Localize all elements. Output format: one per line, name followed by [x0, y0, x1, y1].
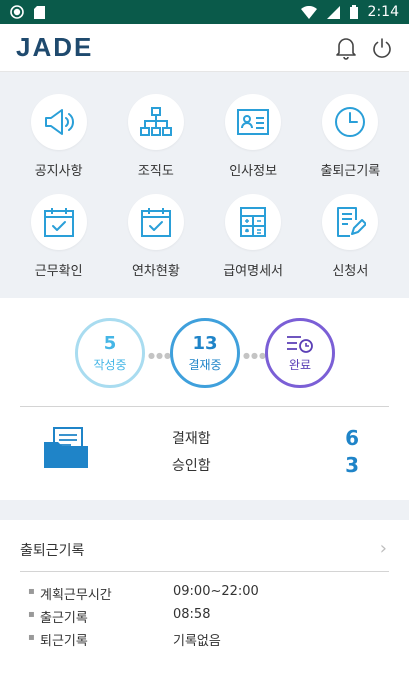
bullet-icon: ▪ [28, 632, 35, 643]
form-edit-icon [337, 207, 367, 237]
attendance-row: ▪ 출근기록 08:58 [28, 607, 388, 626]
attendance-row-label: 퇴근기록 [40, 634, 88, 649]
approval-steps: 5 작성중 ●●● 13 결재중 ●●● 완료 [0, 318, 409, 388]
clock-icon [335, 107, 366, 137]
attendance-card: 출퇴근기록 › ▪ 계획근무시간 09:00~22:00 ▪ 출근기록 08:5… [0, 520, 409, 677]
megaphone-icon [44, 109, 74, 135]
menu-item-annual-leave[interactable]: 연차현황 [107, 194, 204, 294]
attendance-row: ▪ 계획근무시간 09:00~22:00 [28, 584, 388, 603]
menu-label-annual-leave: 연차현황 [131, 264, 180, 279]
sd-card-icon [34, 5, 45, 19]
step-connector: ●●● [148, 351, 172, 360]
attendance-row-value: 09:00~22:00 [173, 584, 259, 599]
attendance-row-label: 계획근무시간 [40, 588, 112, 603]
menu-label-attendance-log: 출퇴근기록 [320, 164, 381, 179]
power-icon[interactable] [371, 37, 393, 59]
menu-item-attendance-log[interactable]: 출퇴근기록 [302, 94, 399, 194]
bullet-icon: ▪ [28, 609, 35, 620]
folder-document-icon [44, 427, 88, 468]
step-in-approval[interactable]: 13 결재중 [170, 318, 240, 388]
attendance-row-label: 출근기록 [40, 611, 88, 626]
step-in-approval-count: 13 [192, 333, 218, 354]
status-bar: 2:14 [0, 0, 409, 24]
status-time: 2:14 [367, 4, 399, 20]
signal-icon [326, 5, 340, 19]
org-chart-icon [139, 107, 172, 136]
approved-box-label[interactable]: 승인함 [172, 455, 211, 475]
menu-label-org-chart: 조직도 [137, 164, 174, 179]
menu-item-request-form[interactable]: 신청서 [302, 194, 399, 294]
step-drafting-count: 5 [103, 333, 117, 354]
step-completed-label: 완료 [288, 357, 312, 372]
approval-box-count[interactable]: 6 [345, 426, 359, 450]
record-icon [10, 5, 24, 19]
attendance-row-value: 기록없음 [173, 634, 221, 649]
calculator-icon [240, 207, 267, 237]
bullet-icon: ▪ [28, 586, 35, 597]
app-header: JADE [0, 24, 409, 72]
battery-icon [349, 5, 358, 19]
menu-label-work-check: 근무확인 [34, 264, 83, 279]
approval-box-label[interactable]: 결재함 [172, 428, 211, 448]
step-drafting-label: 작성중 [93, 358, 127, 372]
menu-item-notice[interactable]: 공지사항 [10, 94, 107, 194]
menu-item-work-check[interactable]: 근무확인 [10, 194, 107, 294]
menu-label-payslip: 급여명세서 [223, 264, 284, 279]
menu-label-notice: 공지사항 [34, 164, 83, 179]
id-card-icon [237, 109, 270, 135]
step-in-approval-label: 결재중 [188, 358, 222, 372]
menu-label-hr-info: 인사정보 [229, 164, 278, 179]
chevron-right-icon[interactable]: › [380, 538, 387, 559]
menu-item-org-chart[interactable]: 조직도 [107, 94, 204, 194]
calendar-check-icon [140, 208, 171, 237]
approval-section: 5 작성중 ●●● 13 결재중 ●●● 완료 결재함 6 승인함 3 [0, 298, 409, 500]
attendance-title[interactable]: 출퇴근기록 [20, 540, 84, 560]
wifi-icon [300, 5, 317, 19]
app-logo: JADE [16, 32, 94, 62]
attendance-divider [20, 571, 389, 572]
section-divider [20, 406, 389, 407]
step-completed[interactable]: 완료 [265, 318, 335, 388]
step-connector: ●●● [243, 351, 267, 360]
list-clock-icon [287, 335, 313, 353]
menu-item-payslip[interactable]: 급여명세서 [205, 194, 302, 294]
menu-item-hr-info[interactable]: 인사정보 [205, 94, 302, 194]
attendance-row: ▪ 퇴근기록 기록없음 [28, 630, 388, 649]
bell-icon[interactable] [335, 36, 357, 60]
section-gap [0, 500, 409, 520]
attendance-row-value: 08:58 [173, 607, 211, 622]
approved-box-count[interactable]: 3 [345, 453, 359, 477]
approval-boxes: 결재함 6 승인함 3 [0, 418, 409, 488]
menu-label-request-form: 신청서 [332, 264, 369, 279]
menu-grid: 공지사항 조직도 인사정보 출퇴근기록 근무확인 연차현황 급여명세서 신청서 [0, 72, 409, 298]
step-drafting[interactable]: 5 작성중 [75, 318, 145, 388]
calendar-check-icon [43, 208, 74, 237]
